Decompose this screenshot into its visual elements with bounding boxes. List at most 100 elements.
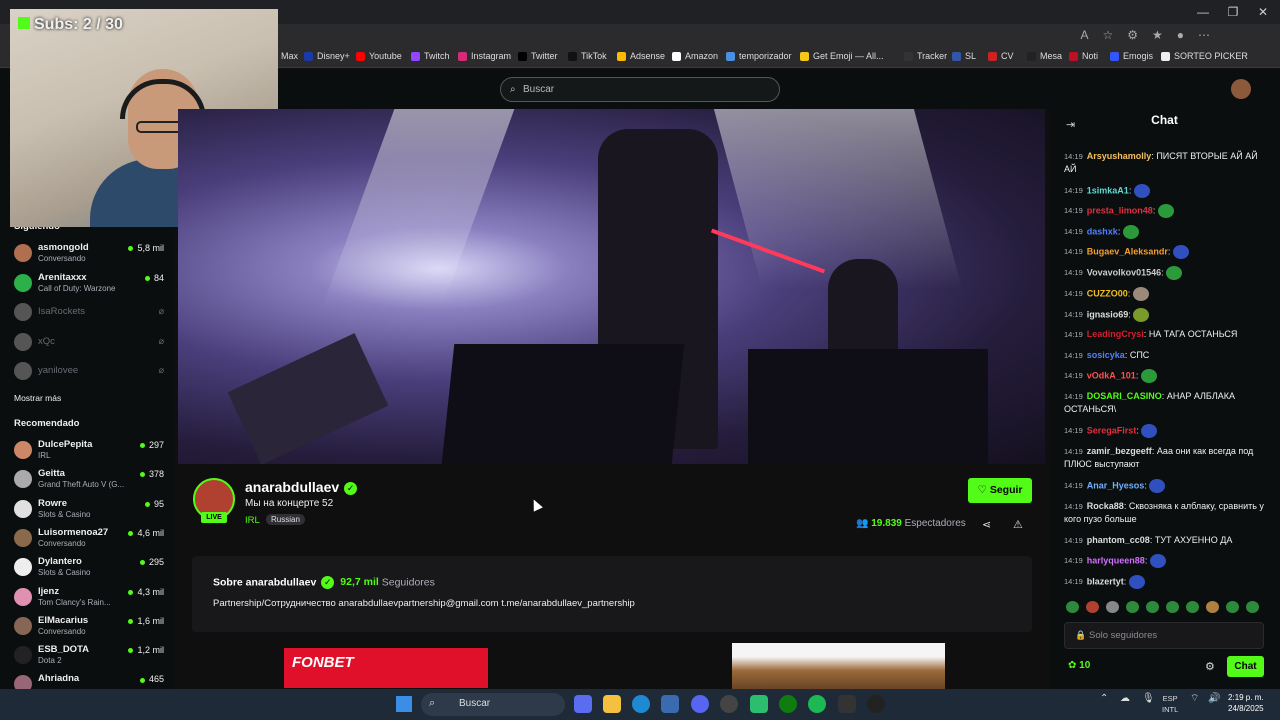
sidebar-channel[interactable]: Dylantero Slots & Casino 295	[14, 554, 164, 580]
emote-icon[interactable]	[1166, 601, 1179, 613]
emote-icon[interactable]	[1066, 601, 1079, 613]
message-user[interactable]: phantom_cc08	[1087, 535, 1150, 545]
bookmark-item[interactable]: CV	[988, 51, 1014, 61]
wifi-icon[interactable]: ⌔	[1190, 693, 1199, 704]
bookmark-item[interactable]: Twitch	[411, 51, 450, 61]
bookmark-item[interactable]: Get Emoji — All...	[800, 51, 884, 61]
bookmark-item[interactable]: Noti	[1069, 51, 1098, 61]
follow-button[interactable]: ♡ Seguir	[968, 478, 1032, 503]
sidebar-channel[interactable]: DulcePepita IRL 297	[14, 437, 164, 463]
bookmark-item[interactable]: Disney+	[304, 51, 350, 61]
message-user[interactable]: LeadingCrysi	[1087, 329, 1144, 339]
emote-icon[interactable]	[1126, 601, 1139, 613]
bookmark-item[interactable]: TikTok	[568, 51, 607, 61]
xbox-icon[interactable]	[779, 695, 797, 713]
message-user[interactable]: ignasio69	[1087, 309, 1129, 319]
favorite-star-icon[interactable]: ☆	[1102, 28, 1113, 42]
close-icon[interactable]: ✕	[1248, 2, 1278, 22]
mic-icon[interactable]: 🎙	[1142, 693, 1155, 704]
show-more-link[interactable]: Mostrar más	[14, 393, 61, 403]
message-user[interactable]: harlyqueen88	[1087, 555, 1145, 565]
bookmark-item[interactable]: Amazon	[672, 51, 718, 61]
emote-icon[interactable]	[1206, 601, 1219, 613]
bookmark-item[interactable]: Mesa	[1027, 51, 1062, 61]
profile-icon[interactable]: ●	[1177, 28, 1184, 42]
emote-icon[interactable]	[1146, 601, 1159, 613]
sidebar-channel[interactable]: yanilovee ⌀	[14, 358, 164, 384]
taskbar-search[interactable]: ⌕ Buscar	[421, 693, 565, 716]
discord-icon[interactable]	[691, 695, 709, 713]
channel-points[interactable]: ✿ 10	[1068, 660, 1090, 671]
report-icon[interactable]: ⚠	[1013, 518, 1023, 531]
minimize-icon[interactable]: —	[1188, 2, 1218, 22]
message-user[interactable]: CUZZO00	[1087, 288, 1128, 298]
message-user[interactable]: Anar_Hyesos	[1087, 480, 1145, 490]
onedrive-icon[interactable]: ☁	[1120, 693, 1130, 704]
message-user[interactable]: SeregaFirst	[1087, 425, 1137, 435]
message-user[interactable]: sosicyka	[1087, 350, 1125, 360]
message-user[interactable]: vOdkA_101	[1087, 370, 1136, 380]
sidebar-channel[interactable]: xQc ⌀	[14, 329, 164, 355]
bookmark-item[interactable]: temporizador	[726, 51, 792, 61]
message-user[interactable]: Arsyushamolly	[1087, 151, 1152, 161]
crate-banner[interactable]	[732, 643, 945, 689]
obs-icon[interactable]	[720, 695, 738, 713]
bookmark-item[interactable]: Emogis	[1110, 51, 1153, 61]
sidebar-channel[interactable]: Geitta Grand Theft Auto V (G... 378	[14, 466, 164, 492]
bookmark-item[interactable]: Twitter	[518, 51, 558, 61]
message-user[interactable]: presta_limon48	[1087, 205, 1153, 215]
sidebar-channel[interactable]: ESB_DOTA Dota 2 1,2 mil	[14, 642, 164, 668]
search-box[interactable]: ⌕ Buscar	[500, 77, 780, 102]
windows-start-icon[interactable]	[396, 696, 412, 712]
bookmark-item[interactable]: Instagram	[458, 51, 511, 61]
bookmark-item[interactable]: Adsense	[617, 51, 665, 61]
emote-icon[interactable]	[1086, 601, 1099, 613]
tray-overflow-icon[interactable]: ⌃	[1100, 693, 1108, 704]
read-aloud-icon[interactable]: A	[1080, 28, 1088, 42]
extensions-icon[interactable]: ⚙	[1127, 28, 1138, 42]
user-avatar[interactable]	[1231, 79, 1251, 99]
sidebar-channel[interactable]: ElMacarius Conversando 1,6 mil	[14, 613, 164, 639]
store-icon[interactable]	[661, 695, 679, 713]
sidebar-channel[interactable]: Rowre Slots & Casino 95	[14, 496, 164, 522]
menu-dots-icon[interactable]: ⋯	[1198, 28, 1210, 42]
edge-icon[interactable]	[632, 695, 650, 713]
fonbet-banner[interactable]: FONBET	[284, 648, 488, 688]
clock[interactable]: 2:19 p. m. 24/8/2025	[1228, 692, 1264, 714]
bookmark-item[interactable]: Tracker	[904, 51, 947, 61]
bookmark-item[interactable]: SL	[952, 51, 976, 61]
file-explorer-icon[interactable]	[603, 695, 621, 713]
favorites-icon[interactable]: ★	[1152, 28, 1163, 42]
share-icon[interactable]: ⋖	[982, 518, 991, 531]
chat-settings-icon[interactable]: ⚙	[1205, 660, 1215, 673]
video-player[interactable]	[178, 109, 1045, 464]
stream-category[interactable]: IRL	[245, 515, 260, 526]
message-user[interactable]: DOSARI_CASINO	[1087, 391, 1162, 401]
search-input[interactable]: Buscar	[523, 84, 554, 95]
emote-icon[interactable]	[1106, 601, 1119, 613]
message-user[interactable]: Vovavolkov01546	[1087, 267, 1161, 277]
channel-name[interactable]: anarabdullaev ✓	[245, 479, 358, 495]
copilot-icon[interactable]	[574, 695, 592, 713]
send-chat-button[interactable]: Chat	[1227, 656, 1264, 677]
language-indicator[interactable]: ESP INTL	[1162, 693, 1178, 715]
chatgpt-icon[interactable]	[867, 695, 885, 713]
chat-input[interactable]: 🔒 Solo seguidores	[1064, 622, 1264, 649]
message-user[interactable]: dashxk	[1087, 226, 1118, 236]
kick-app-icon[interactable]	[750, 695, 768, 713]
emote-icon[interactable]	[1186, 601, 1199, 613]
spotify-icon[interactable]	[808, 695, 826, 713]
message-user[interactable]: Bugaev_Aleksandr	[1087, 246, 1168, 256]
message-user[interactable]: 1simkaA1	[1087, 185, 1129, 195]
message-user[interactable]: blazertyt	[1087, 576, 1124, 586]
volume-icon[interactable]: 🔊	[1208, 693, 1220, 704]
sidebar-channel[interactable]: asmongold Conversando 5,8 mil	[14, 240, 164, 266]
emote-icon[interactable]	[1246, 601, 1259, 613]
sidebar-channel[interactable]: IsaRockets ⌀	[14, 299, 164, 325]
sidebar-channel[interactable]: Luisormenoa27 Conversando 4,6 mil	[14, 525, 164, 551]
bookmark-item[interactable]: Youtube	[356, 51, 402, 61]
sidebar-channel[interactable]: Arenitaxxx Call of Duty: Warzone 84	[14, 270, 164, 296]
message-user[interactable]: Rocka88	[1087, 501, 1124, 511]
sidebar-channel[interactable]: Ijenz Tom Clancy's Rain... 4,3 mil	[14, 584, 164, 610]
message-user[interactable]: zamir_bezgeeff	[1087, 446, 1152, 456]
